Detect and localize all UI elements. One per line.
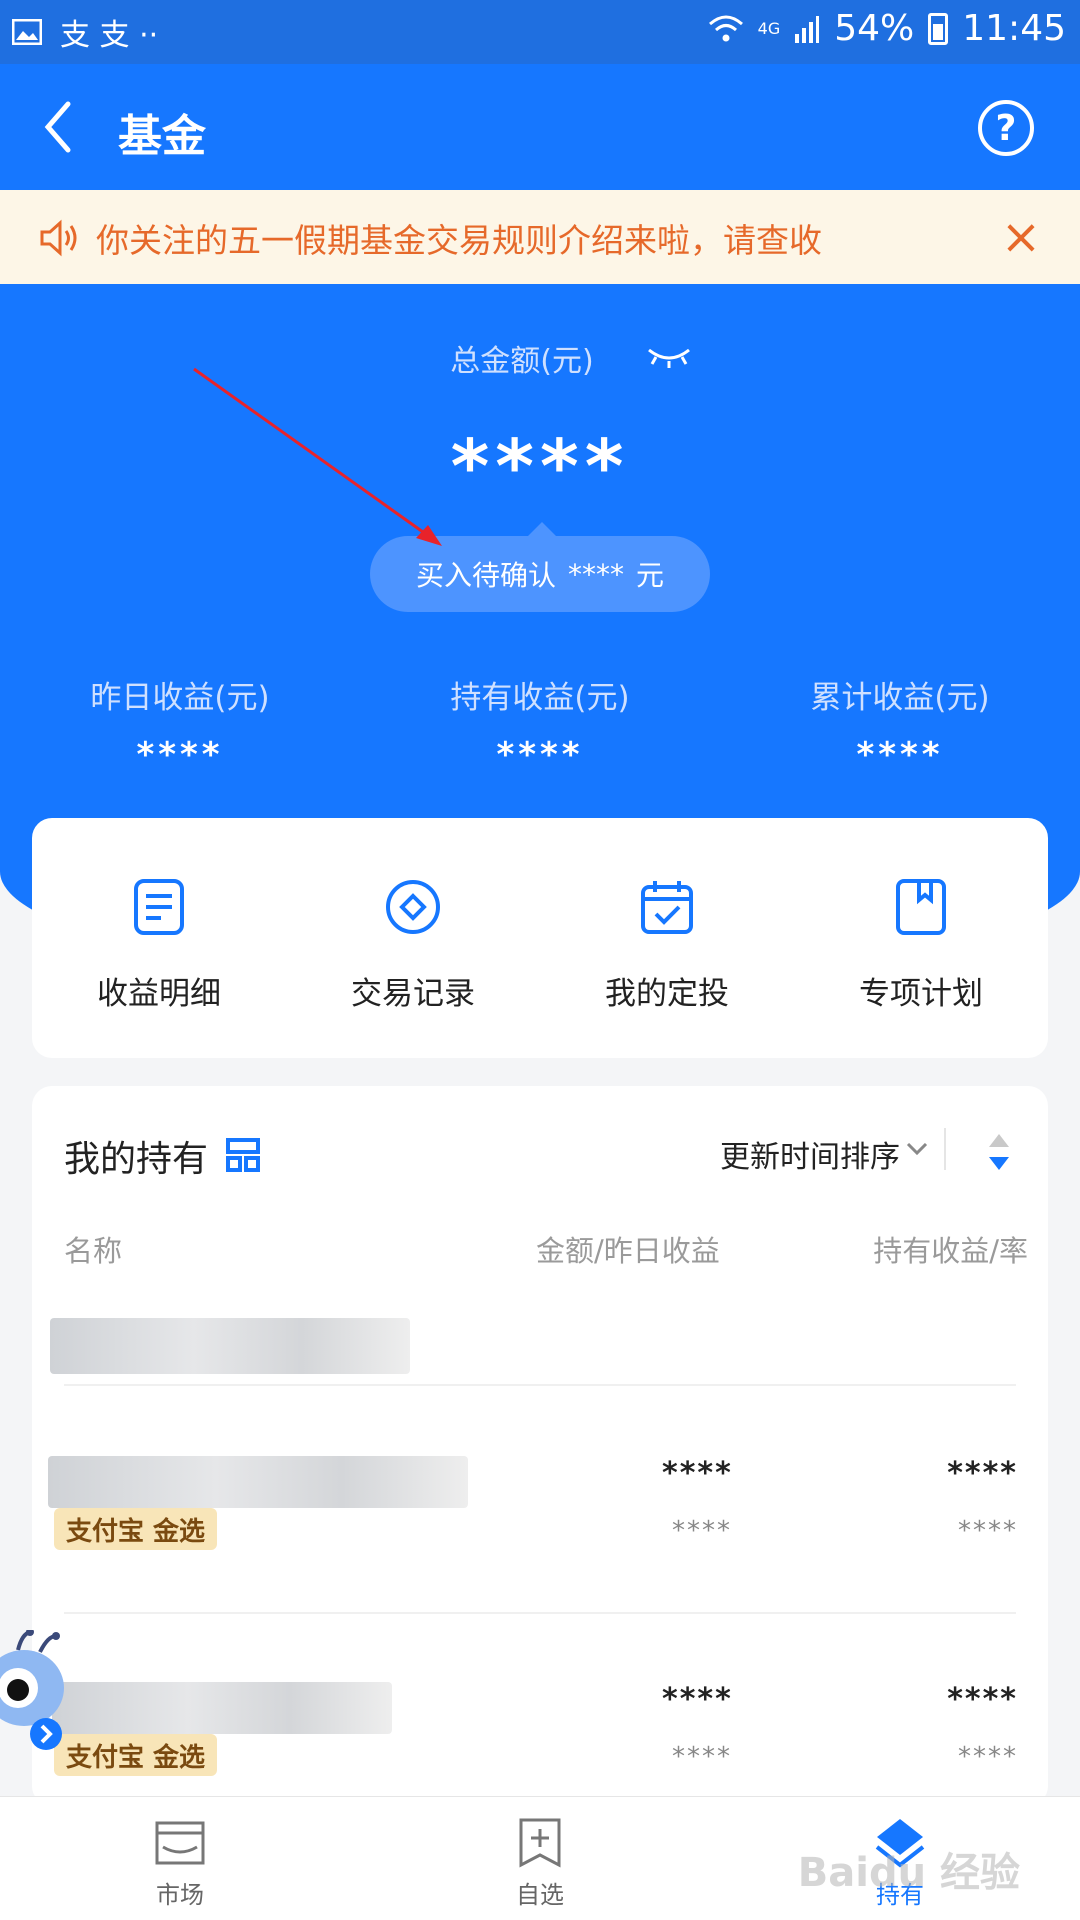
nav-label: 市场 xyxy=(156,1881,204,1909)
stat-holding: 持有收益(元) **** xyxy=(360,672,720,775)
action-label: 专项计划 xyxy=(859,976,983,1012)
stat-value: **** xyxy=(856,735,944,775)
battery-percent: 54% xyxy=(834,8,915,49)
column-name: 名称 xyxy=(64,1234,123,1268)
stat-yesterday: 昨日收益(元) **** xyxy=(0,672,360,775)
battery-icon xyxy=(928,12,949,45)
page-title: 基金 xyxy=(118,111,206,162)
bookmark-icon xyxy=(896,879,946,935)
diamond-circle-icon xyxy=(386,880,440,934)
network-type: 4G xyxy=(757,19,781,38)
chevron-left-icon xyxy=(44,101,71,153)
fund-name-redacted xyxy=(50,1318,410,1374)
title-bar: 基金 ? xyxy=(0,64,1080,190)
document-icon xyxy=(134,879,184,935)
action-income-detail[interactable]: 收益明细 xyxy=(32,818,286,1058)
annotation-arrow xyxy=(193,367,442,546)
help-button[interactable]: ? xyxy=(978,100,1034,156)
nav-watchlist[interactable]: 自选 xyxy=(360,1797,720,1920)
stat-label: 累计收益(元) xyxy=(810,680,990,716)
action-transactions[interactable]: 交易记录 xyxy=(286,818,540,1058)
column-profit: 持有收益/率 xyxy=(873,1234,1028,1268)
nav-label: 自选 xyxy=(516,1881,564,1909)
bookmark-plus-icon xyxy=(519,1818,561,1868)
yesterday-value: **** xyxy=(672,1742,732,1772)
row-divider xyxy=(64,1384,1016,1386)
speaker-icon xyxy=(40,219,77,257)
stat-value: **** xyxy=(136,735,224,775)
wifi-icon xyxy=(708,15,743,41)
status-bar: 支 支 ·· 4G 54% 11:45 xyxy=(0,0,1080,64)
pending-label: 买入待确认 xyxy=(415,559,556,592)
question-icon: ? xyxy=(995,107,1017,149)
action-special-plan[interactable]: 专项计划 xyxy=(794,818,1048,1058)
status-left: 支 支 ·· xyxy=(12,10,158,54)
jinxuan-badge: 支付宝 金选 xyxy=(54,1734,218,1776)
row-divider xyxy=(64,1612,1016,1614)
close-icon[interactable]: × xyxy=(996,212,1046,262)
stat-cumulative: 累计收益(元) **** xyxy=(720,672,1080,775)
gallery-icon xyxy=(12,19,42,45)
action-label: 收益明细 xyxy=(97,976,221,1012)
signal-icon xyxy=(795,15,820,43)
profit-value: **** xyxy=(947,1682,1018,1717)
action-label: 交易记录 xyxy=(351,976,475,1012)
quick-actions: 收益明细 交易记录 我的定投 专项计划 xyxy=(32,818,1048,1058)
chevron-down-icon[interactable] xyxy=(904,1136,930,1162)
back-button[interactable] xyxy=(34,94,94,160)
action-label: 我的定投 xyxy=(605,976,729,1012)
jinxuan-badge: 支付宝 金选 xyxy=(54,1508,218,1550)
baidu-watermark: Baidu 经验 xyxy=(797,1850,1020,1896)
amount-value: **** xyxy=(662,1456,733,1491)
divider xyxy=(944,1128,946,1170)
notice-banner[interactable]: 你关注的五一假期基金交易规则介绍来啦，请查收 × xyxy=(0,190,1080,284)
amount-value: **** xyxy=(662,1682,733,1717)
fund-name-redacted xyxy=(48,1456,468,1508)
bottom-nav: 市场 自选 持有 Baidu 经验 xyxy=(0,1796,1080,1920)
stat-value: **** xyxy=(496,735,584,775)
action-auto-invest[interactable]: 我的定投 xyxy=(540,818,794,1058)
notice-text: 你关注的五一假期基金交易规则介绍来啦，请查收 xyxy=(96,221,822,260)
store-icon xyxy=(155,1821,205,1865)
calendar-check-icon xyxy=(641,881,693,934)
status-app-glyphs: 支 支 ·· xyxy=(60,18,159,53)
total-amount-label: 总金额(元) xyxy=(450,344,594,379)
total-amount-value: **** xyxy=(450,424,630,510)
rate-value: **** xyxy=(958,1742,1018,1772)
rate-value: **** xyxy=(958,1516,1018,1546)
holdings-title: 我的持有 xyxy=(64,1139,209,1180)
stat-label: 昨日收益(元) xyxy=(90,680,270,716)
stat-label: 持有收益(元) xyxy=(450,680,630,716)
fund-name-redacted xyxy=(52,1682,392,1734)
column-amount: 金额/昨日收益 xyxy=(536,1234,720,1268)
grid-icon[interactable] xyxy=(226,1138,260,1172)
sort-dropdown[interactable]: 更新时间排序 xyxy=(720,1132,900,1176)
holdings-card: 我的持有 更新时间排序 名称 金额/昨日收益 持有收益/率 支付宝 金选 ***… xyxy=(32,1086,1048,1806)
sort-order-icon[interactable] xyxy=(986,1132,1012,1172)
nav-market[interactable]: 市场 xyxy=(0,1797,360,1920)
eye-closed-icon[interactable] xyxy=(646,340,692,370)
yesterday-value: **** xyxy=(672,1516,732,1546)
mascot-icon[interactable] xyxy=(0,1630,70,1760)
clock: 11:45 xyxy=(962,8,1066,49)
pending-unit: 元 xyxy=(636,559,665,592)
status-right: 4G 54% 11:45 xyxy=(708,8,1066,49)
profit-value: **** xyxy=(947,1456,1018,1491)
pending-value: **** xyxy=(568,557,624,591)
